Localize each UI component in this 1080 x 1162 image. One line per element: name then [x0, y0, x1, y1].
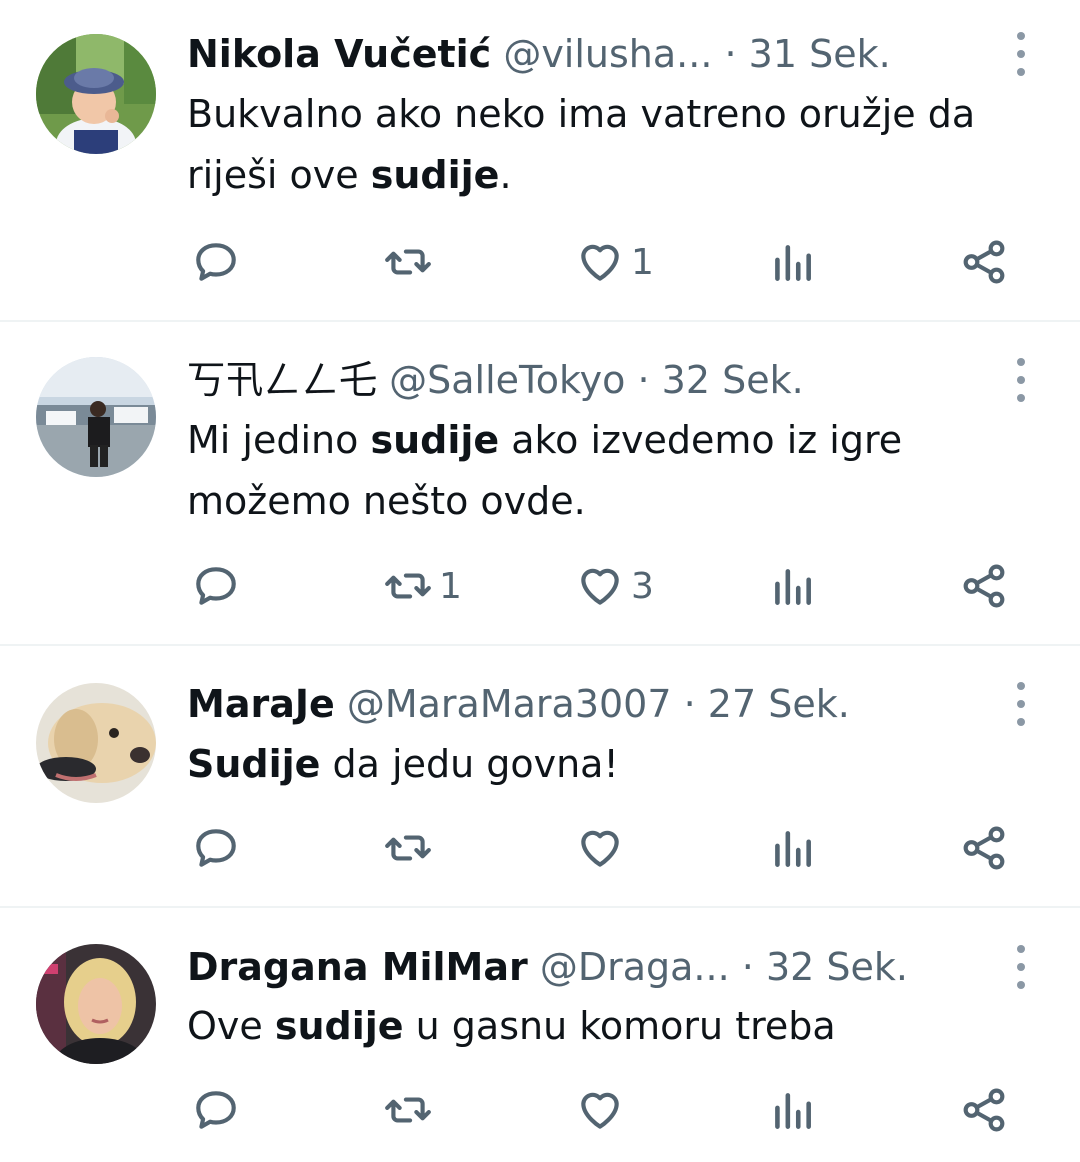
heart-icon: [581, 1092, 619, 1129]
tweet-text: Ove sudije u gasnu komoru treba: [187, 996, 1040, 1057]
timestamp[interactable]: 31 Sek.: [749, 32, 891, 76]
share-button[interactable]: [959, 556, 1009, 616]
share-icon: [963, 826, 1005, 870]
retweet-button[interactable]: [383, 1080, 439, 1140]
timestamp[interactable]: 27 Sek.: [708, 682, 850, 726]
user-handle[interactable]: @MaraMara3007: [347, 682, 672, 726]
share-button[interactable]: [959, 818, 1009, 878]
views-chart-icon: [775, 569, 811, 605]
retweet-button[interactable]: 1: [383, 556, 462, 616]
separator: ·: [625, 358, 662, 402]
separator: ·: [741, 945, 766, 989]
reply-button[interactable]: [191, 818, 247, 878]
tweet-actions: 1 3: [0, 556, 1080, 616]
tweet-text-post: .: [499, 153, 512, 197]
tweet-actions: [0, 1080, 1080, 1140]
like-button[interactable]: [575, 818, 631, 878]
retweet-icon: [385, 249, 431, 275]
avatar[interactable]: [36, 34, 156, 154]
like-count: 3: [631, 565, 654, 607]
tweet-text: Sudije da jedu govna!: [187, 734, 1040, 795]
display-name[interactable]: MaraJe: [187, 682, 335, 726]
heart-icon: [581, 244, 619, 281]
heart-icon: [581, 830, 619, 867]
tweet-header: Nikola Vučetić @vilusha... · 31 Sek.: [187, 31, 980, 77]
tweet-text-pre: Bukvalno ako neko ima vatreno oružje da …: [187, 92, 976, 197]
share-icon: [963, 240, 1005, 284]
avatar-dog-icon: [36, 683, 156, 803]
share-icon: [963, 1088, 1005, 1132]
reply-icon: [196, 243, 236, 281]
separator: ·: [724, 32, 749, 76]
highlighted-word: Sudije: [187, 742, 321, 786]
retweet-icon: [385, 1097, 431, 1123]
retweet-count: 1: [439, 565, 462, 607]
heart-icon: [581, 568, 619, 605]
like-button[interactable]: 3: [575, 556, 654, 616]
tweet-header: 丂卂ㄥㄥ乇 @SalleTokyo · 32 Sek.: [187, 357, 980, 403]
reply-button[interactable]: [191, 1080, 247, 1140]
avatar[interactable]: [36, 683, 156, 803]
tweet-text-post: da jedu govna!: [320, 742, 619, 786]
tweet[interactable]: MaraJe @MaraMara3007 · 27 Sek. Sudije da…: [0, 646, 1080, 908]
like-button[interactable]: [575, 1080, 631, 1140]
tweet-text-pre: Ove: [187, 1004, 275, 1048]
tweet-header: MaraJe @MaraMara3007 · 27 Sek.: [187, 681, 980, 727]
highlighted-word: sudije: [274, 1004, 404, 1048]
user-handle[interactable]: @Draga...: [540, 945, 730, 989]
tweet-actions: 1: [0, 232, 1080, 292]
avatar-woman-icon: [36, 944, 156, 1064]
tweet-actions: [0, 818, 1080, 878]
views-button[interactable]: [767, 1080, 817, 1140]
views-button[interactable]: [767, 818, 817, 878]
avatar-man-icon: [36, 357, 156, 477]
retweet-icon: [385, 573, 431, 599]
share-button[interactable]: [959, 232, 1009, 292]
more-options-icon[interactable]: [1006, 32, 1036, 76]
display-name[interactable]: 丂卂ㄥㄥ乇: [187, 358, 377, 402]
views-chart-icon: [775, 831, 811, 867]
avatar[interactable]: [36, 357, 156, 477]
tweet[interactable]: Nikola Vučetić @vilusha... · 31 Sek. Buk…: [0, 0, 1080, 322]
avatar[interactable]: [36, 944, 156, 1064]
views-chart-icon: [775, 245, 811, 281]
tweet-text-pre: Mi jedino: [187, 418, 371, 462]
views-chart-icon: [775, 1093, 811, 1129]
separator: ·: [671, 682, 708, 726]
reply-icon: [196, 1091, 236, 1129]
share-button[interactable]: [959, 1080, 1009, 1140]
reply-icon: [196, 829, 236, 867]
tweet[interactable]: Dragana MilMar @Draga... · 32 Sek. Ove s…: [0, 908, 1080, 1162]
timestamp[interactable]: 32 Sek.: [662, 358, 804, 402]
reply-icon: [196, 567, 236, 605]
user-handle[interactable]: @SalleTokyo: [389, 358, 625, 402]
tweet-text-post: u gasnu komoru treba: [403, 1004, 836, 1048]
share-icon: [963, 564, 1005, 608]
like-button[interactable]: 1: [575, 232, 654, 292]
more-options-icon[interactable]: [1006, 945, 1036, 989]
avatar-child-icon: [36, 34, 156, 154]
tweet-text: Mi jedino sudije ako izvedemo iz igre mo…: [187, 410, 1040, 532]
more-options-icon[interactable]: [1006, 682, 1036, 726]
highlighted-word: sudije: [370, 153, 500, 197]
display-name[interactable]: Nikola Vučetić: [187, 32, 491, 76]
views-button[interactable]: [767, 556, 817, 616]
views-button[interactable]: [767, 232, 817, 292]
more-options-icon[interactable]: [1006, 358, 1036, 402]
retweet-icon: [385, 835, 431, 861]
retweet-button[interactable]: [383, 818, 439, 878]
tweet[interactable]: 丂卂ㄥㄥ乇 @SalleTokyo · 32 Sek. Mi jedino su…: [0, 322, 1080, 646]
reply-button[interactable]: [191, 556, 247, 616]
tweet-header: Dragana MilMar @Draga... · 32 Sek.: [187, 944, 980, 990]
timestamp[interactable]: 32 Sek.: [766, 945, 908, 989]
retweet-button[interactable]: [383, 232, 439, 292]
user-handle[interactable]: @vilusha...: [503, 32, 712, 76]
like-count: 1: [631, 241, 654, 283]
highlighted-word: sudije: [370, 418, 500, 462]
display-name[interactable]: Dragana MilMar: [187, 945, 528, 989]
tweet-text: Bukvalno ako neko ima vatreno oružje da …: [187, 84, 1040, 206]
reply-button[interactable]: [191, 232, 247, 292]
